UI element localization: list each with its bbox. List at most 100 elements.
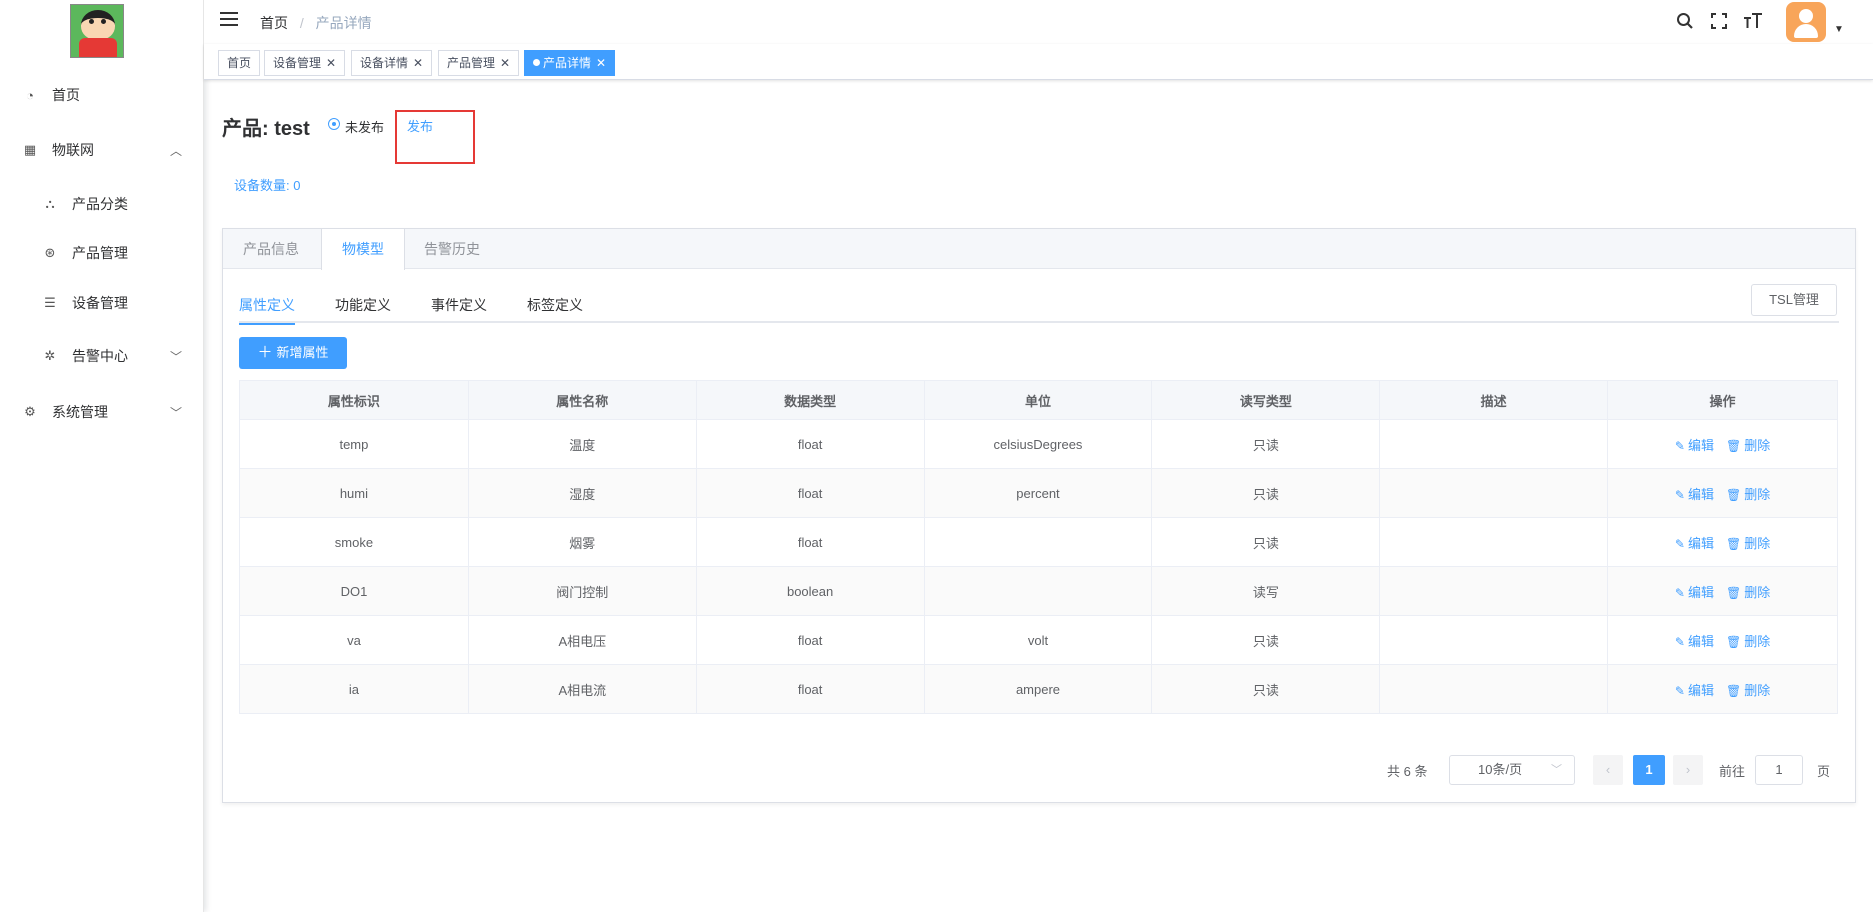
close-icon[interactable]: ✕ bbox=[500, 56, 510, 70]
table-cell-actions: ✎ 编辑 🗑 删除 bbox=[1607, 419, 1838, 469]
table-cell: 烟雾 bbox=[468, 517, 697, 567]
property-table: 属性标识 属性名称 数据类型 单位 读写类型 描述 操作 temp 温度 float… bbox=[239, 380, 1838, 714]
table-cell: float bbox=[696, 468, 925, 518]
edit-icon: ✎ bbox=[1674, 438, 1685, 453]
table-cell: 只读 bbox=[1151, 517, 1381, 567]
delete-button[interactable]: 🗑 删除 bbox=[1726, 585, 1770, 600]
delete-label: 删除 bbox=[1744, 682, 1771, 698]
table-cell-actions: ✎ 编辑 🗑 删除 bbox=[1607, 615, 1838, 665]
table-cell-actions: ✎ 编辑 🗑 删除 bbox=[1607, 517, 1838, 567]
tag-product-management[interactable]: 产品管理 ✕ bbox=[438, 50, 520, 76]
tag-device-management[interactable]: 设备管理 ✕ bbox=[264, 50, 346, 76]
delete-button[interactable]: 🗑 删除 bbox=[1726, 438, 1770, 453]
edit-button[interactable]: ✎ 编辑 bbox=[1675, 683, 1714, 698]
edit-icon: ✎ bbox=[1674, 634, 1685, 649]
subtab-tag-definition[interactable]: 标签定义 bbox=[527, 293, 583, 323]
breadcrumb-home[interactable]: 首页 bbox=[260, 15, 288, 31]
font-size-icon[interactable] bbox=[1742, 10, 1764, 32]
tag-device-detail[interactable]: 设备详情 ✕ bbox=[351, 50, 433, 76]
delete-label: 删除 bbox=[1744, 535, 1771, 551]
close-icon[interactable]: ✕ bbox=[326, 56, 336, 70]
close-icon[interactable]: ✕ bbox=[596, 56, 606, 70]
table-row: smoke 烟雾 float 只读 ✎ 编辑 🗑 删除 bbox=[239, 517, 1838, 567]
sidebar-item-iot[interactable]: ▦ 物联网 ︿ bbox=[0, 128, 204, 172]
delete-button[interactable]: 🗑 删除 bbox=[1726, 487, 1770, 502]
table-cell-actions: ✎ 编辑 🗑 删除 bbox=[1607, 664, 1838, 714]
status-badge: 未发布 bbox=[345, 120, 385, 135]
device-count-link[interactable]: 设备数量: 0 bbox=[234, 175, 300, 194]
breadcrumb: 首页 / 产品详情 bbox=[260, 13, 372, 33]
edit-button[interactable]: ✎ 编辑 bbox=[1675, 536, 1714, 551]
sidebar-item-alarm-center[interactable]: ✲ 告警中心 ﹀ bbox=[0, 334, 204, 378]
table-cell: boolean bbox=[696, 566, 925, 616]
tab-thing-model[interactable]: 物模型 bbox=[321, 229, 405, 270]
table-cell: ampere bbox=[924, 664, 1153, 714]
delete-label: 删除 bbox=[1744, 584, 1771, 600]
tags-view: 首页 设备管理 ✕ 设备详情 ✕ 产品管理 ✕ 产品详情 ✕ bbox=[204, 44, 1873, 80]
sidebar-item-system-management[interactable]: ⚙ 系统管理 ﹀ bbox=[0, 390, 204, 434]
table-row: humi 湿度 float percent 只读 ✎ 编辑 🗑 删除 bbox=[239, 468, 1838, 518]
publish-button[interactable]: 发布 bbox=[407, 116, 433, 135]
table-cell bbox=[1379, 664, 1609, 714]
table-header-row: 属性标识 属性名称 数据类型 单位 读写类型 描述 操作 bbox=[239, 380, 1838, 420]
table-cell: smoke bbox=[239, 517, 469, 567]
table-cell bbox=[1379, 615, 1609, 665]
avatar[interactable] bbox=[1786, 2, 1826, 42]
chevron-up-icon: ︿ bbox=[169, 144, 182, 158]
chevron-down-icon: ﹀ bbox=[169, 350, 182, 364]
table-cell: 读写 bbox=[1151, 566, 1381, 616]
sidebar-item-product-management[interactable]: ⊛ 产品管理 bbox=[0, 231, 204, 275]
table-cell-actions: ✎ 编辑 🗑 删除 bbox=[1607, 468, 1838, 518]
status-radio-icon bbox=[328, 118, 340, 130]
sidebar-item-home[interactable]: ◔ 首页 bbox=[0, 73, 204, 117]
add-property-button[interactable]: ＋新增属性 bbox=[239, 337, 347, 369]
trash-icon: 🗑 bbox=[1725, 536, 1742, 551]
edit-label: 编辑 bbox=[1687, 584, 1714, 600]
subtab-function-definition[interactable]: 功能定义 bbox=[335, 293, 391, 323]
tab-product-info[interactable]: 产品信息 bbox=[223, 229, 319, 269]
column-header: 属性名称 bbox=[468, 380, 697, 420]
subtab-property-definition[interactable]: 属性定义 bbox=[239, 293, 295, 325]
caret-down-icon[interactable]: ▼ bbox=[1834, 24, 1844, 35]
edit-button[interactable]: ✎ 编辑 bbox=[1675, 585, 1714, 600]
table-cell: 只读 bbox=[1151, 419, 1381, 469]
delete-button[interactable]: 🗑 删除 bbox=[1726, 536, 1770, 551]
tab-alarm-history[interactable]: 告警历史 bbox=[404, 229, 500, 269]
next-page-button[interactable]: › bbox=[1673, 755, 1703, 785]
edit-icon: ✎ bbox=[1674, 536, 1685, 551]
hamburger-icon[interactable] bbox=[220, 12, 238, 28]
goto-page-input[interactable]: 1 bbox=[1755, 755, 1803, 785]
table-cell-actions: ✎ 编辑 🗑 删除 bbox=[1607, 566, 1838, 616]
sidebar-item-label: 物联网 bbox=[52, 142, 94, 158]
ring-icon: ⊛ bbox=[44, 245, 56, 260]
tag-label: 产品管理 bbox=[447, 56, 496, 70]
table-cell: 只读 bbox=[1151, 664, 1381, 714]
table-cell bbox=[1379, 517, 1609, 567]
page-number-button[interactable]: 1 bbox=[1633, 755, 1665, 785]
tsl-management-button[interactable]: TSL管理 bbox=[1751, 284, 1837, 316]
delete-button[interactable]: 🗑 删除 bbox=[1726, 683, 1770, 698]
close-icon[interactable]: ✕ bbox=[413, 56, 423, 70]
pagination: 共 6 条 10条/页 ﹀ ‹ 1 › 前往 1 页 bbox=[223, 755, 1855, 785]
tag-product-detail[interactable]: 产品详情 ✕ bbox=[524, 50, 616, 76]
edit-button[interactable]: ✎ 编辑 bbox=[1675, 438, 1714, 453]
sidebar-item-device-management[interactable]: ☰ 设备管理 bbox=[0, 281, 204, 325]
sidebar-item-product-category[interactable]: ⛬ 产品分类 bbox=[0, 182, 204, 226]
table-cell: float bbox=[696, 615, 925, 665]
prev-page-button[interactable]: ‹ bbox=[1593, 755, 1623, 785]
card-tabs: 产品信息 物模型 告警历史 bbox=[223, 229, 1855, 270]
delete-label: 删除 bbox=[1744, 437, 1771, 453]
delete-button[interactable]: 🗑 删除 bbox=[1726, 634, 1770, 649]
edit-button[interactable]: ✎ 编辑 bbox=[1675, 634, 1714, 649]
sidebar-item-label: 产品管理 bbox=[72, 245, 128, 261]
fullscreen-icon[interactable] bbox=[1708, 10, 1730, 32]
search-icon[interactable] bbox=[1674, 10, 1696, 32]
edit-button[interactable]: ✎ 编辑 bbox=[1675, 487, 1714, 502]
page-size-select[interactable]: 10条/页 ﹀ bbox=[1449, 755, 1575, 785]
delete-label: 删除 bbox=[1744, 486, 1771, 502]
active-dot-icon bbox=[533, 59, 540, 66]
tag-home[interactable]: 首页 bbox=[218, 50, 261, 76]
table-cell: 温度 bbox=[468, 419, 697, 469]
app-logo bbox=[70, 4, 124, 58]
subtab-event-definition[interactable]: 事件定义 bbox=[431, 293, 487, 323]
